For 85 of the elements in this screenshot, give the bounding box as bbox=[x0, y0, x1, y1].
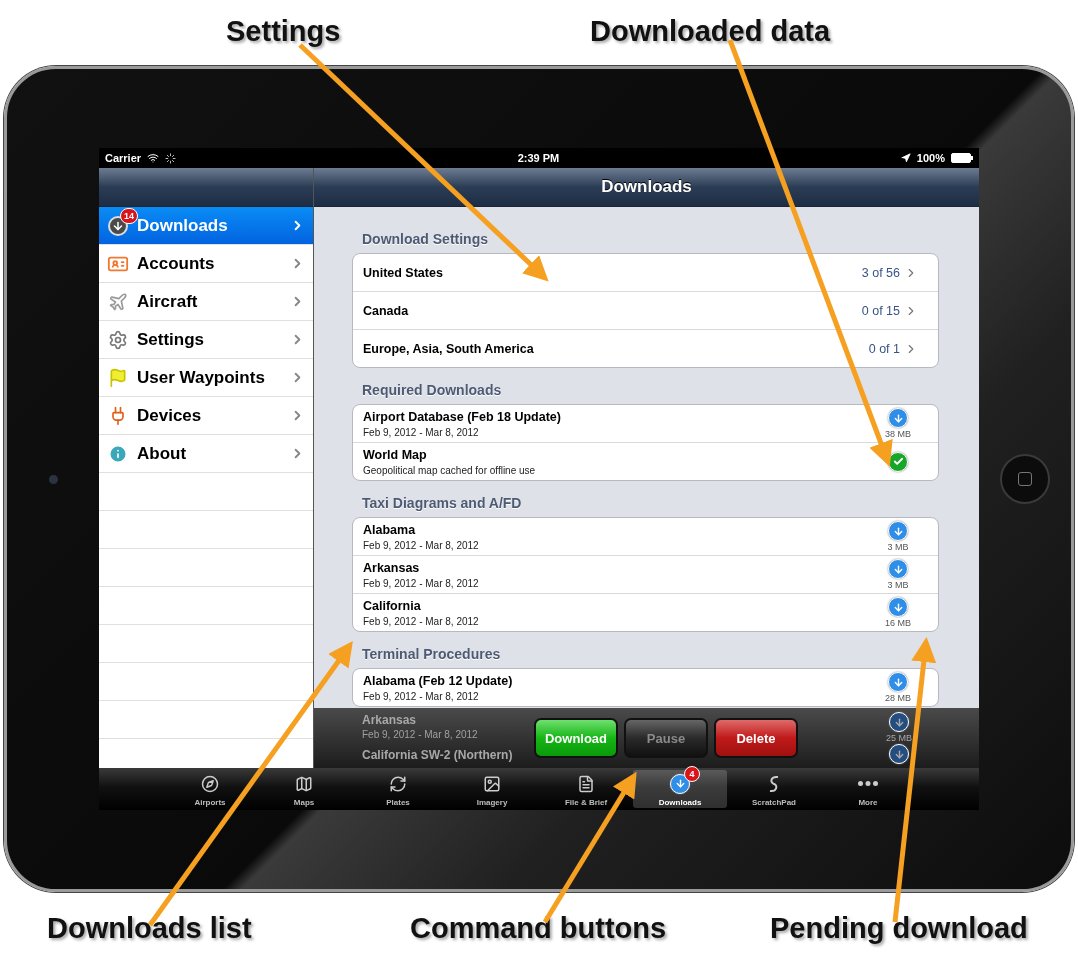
battery-label: 100% bbox=[916, 152, 945, 164]
row-subtitle: Feb 9, 2012 - Mar 8, 2012 bbox=[363, 577, 480, 589]
loop-icon bbox=[389, 774, 407, 793]
file-size: 16 MB bbox=[885, 618, 911, 628]
spinner-icon bbox=[165, 152, 177, 164]
callout-label: Downloaded data bbox=[590, 14, 831, 48]
row-subtitle: Feb 9, 2012 - Mar 8, 2012 bbox=[363, 539, 480, 551]
list-row[interactable]: Alabama Feb 9, 2012 - Mar 8, 2012 3 MB bbox=[353, 518, 938, 556]
section-title: Taxi Diagrams and A/FD bbox=[361, 494, 523, 513]
battery-icon bbox=[951, 153, 973, 163]
file-size: 38 MB bbox=[885, 429, 911, 439]
more-icon bbox=[858, 781, 878, 786]
location-arrow-icon bbox=[900, 153, 911, 163]
callout-label: Downloads list bbox=[47, 911, 252, 945]
download-icon bbox=[670, 773, 690, 794]
row-subtitle: Geopolitical map cached for offline use bbox=[363, 464, 537, 476]
tab[interactable]: Maps bbox=[257, 770, 351, 808]
plane-icon bbox=[108, 291, 128, 312]
sidebar-label: About bbox=[137, 443, 188, 464]
camera-dot bbox=[48, 474, 58, 484]
section-title: Terminal Procedures bbox=[361, 645, 502, 664]
list-row[interactable]: Airport Database (Feb 18 Update) Feb 9, 2012 - Mar 8, 2012 38 MB bbox=[353, 405, 938, 443]
callout-label: Settings bbox=[226, 14, 341, 48]
sidebar-label: Aircraft bbox=[137, 291, 199, 312]
tab[interactable]: More bbox=[821, 770, 915, 808]
tab[interactable]: Plates bbox=[351, 770, 445, 808]
row-title: Europe, Asia, South America bbox=[363, 341, 535, 356]
carrier-label: Carrier bbox=[105, 152, 142, 164]
row-title: California SW-2 (Northern) bbox=[362, 748, 514, 762]
download-icon[interactable] bbox=[889, 744, 909, 764]
page-title: Downloads bbox=[601, 177, 692, 197]
wifi-icon bbox=[147, 152, 160, 164]
tab[interactable]: File & Brief bbox=[539, 770, 633, 808]
row-title: United States bbox=[363, 265, 444, 280]
row-subtitle: Feb 9, 2012 - Mar 8, 2012 bbox=[363, 426, 480, 438]
map-icon bbox=[295, 774, 313, 793]
sidebar-label: User Waypoints bbox=[137, 367, 266, 388]
sidebar-label: Devices bbox=[137, 405, 203, 426]
flag-icon bbox=[108, 367, 128, 388]
row-title: Airport Database (Feb 18 Update) bbox=[363, 409, 562, 424]
row-title: Alabama (Feb 12 Update) bbox=[363, 673, 514, 688]
file-size: 28 MB bbox=[885, 693, 911, 703]
list-row[interactable]: California Feb 9, 2012 - Mar 8, 2012 16 MB bbox=[353, 594, 938, 631]
image-icon bbox=[483, 774, 501, 793]
squiggle-icon bbox=[768, 774, 780, 793]
gear-icon bbox=[108, 329, 128, 350]
section-title: Download Settings bbox=[361, 230, 489, 249]
list-row[interactable]: Canada 0 of 15 bbox=[353, 292, 938, 330]
callout-label: Command buttons bbox=[410, 911, 667, 945]
row-subtitle: Feb 9, 2012 - Mar 8, 2012 bbox=[363, 690, 480, 702]
file-size: 3 MB bbox=[887, 580, 909, 590]
info-icon bbox=[108, 443, 128, 464]
list-row[interactable]: Arkansas Feb 9, 2012 - Mar 8, 2012 3 MB bbox=[353, 556, 938, 594]
sidebar-label: Downloads bbox=[137, 215, 229, 236]
command-button[interactable]: Delete bbox=[714, 718, 798, 758]
list-row[interactable]: Alabama (Feb 12 Update) Feb 9, 2012 - Mar 8, 2012 28 MB bbox=[353, 669, 938, 706]
sidebar-label: Settings bbox=[137, 329, 206, 350]
list-row[interactable]: World Map Geopolitical map cached for offline use bbox=[353, 443, 938, 480]
tab[interactable]: Airports bbox=[163, 770, 257, 808]
sidebar-label: Accounts bbox=[137, 253, 216, 274]
download-icon[interactable] bbox=[889, 712, 909, 732]
row-value: 0 of 15 bbox=[861, 303, 900, 318]
tab[interactable]: ScratchPad bbox=[727, 770, 821, 808]
row-title: Arkansas bbox=[362, 713, 418, 727]
home-button[interactable] bbox=[1000, 454, 1050, 504]
file-size: 3 MB bbox=[887, 542, 909, 552]
row-title: World Map bbox=[363, 447, 428, 462]
row-title: Arkansas bbox=[363, 560, 421, 575]
row-title: Canada bbox=[363, 303, 410, 318]
row-value: 3 of 56 bbox=[861, 265, 900, 280]
count-badge: 14 bbox=[120, 207, 138, 224]
list-row[interactable]: United States 3 of 56 bbox=[353, 254, 938, 292]
row-subtitle: Feb 9, 2012 - Mar 8, 2012 bbox=[363, 615, 480, 627]
list-row[interactable]: Europe, Asia, South America 0 of 1 bbox=[353, 330, 938, 367]
section-title: Required Downloads bbox=[361, 381, 503, 400]
tab[interactable]: Imagery bbox=[445, 770, 539, 808]
row-value: 0 of 1 bbox=[868, 341, 900, 356]
clock-label: 2:39 PM bbox=[516, 152, 561, 164]
compass-icon bbox=[201, 774, 219, 793]
row-subtitle: Feb 9, 2012 - Mar 8, 2012 bbox=[362, 729, 479, 740]
row-title: Alabama bbox=[363, 522, 417, 537]
callout-label: Pending download bbox=[770, 911, 1028, 945]
row-title: California bbox=[363, 598, 422, 613]
document-icon bbox=[577, 774, 595, 793]
file-size: 25 MB bbox=[886, 733, 912, 743]
